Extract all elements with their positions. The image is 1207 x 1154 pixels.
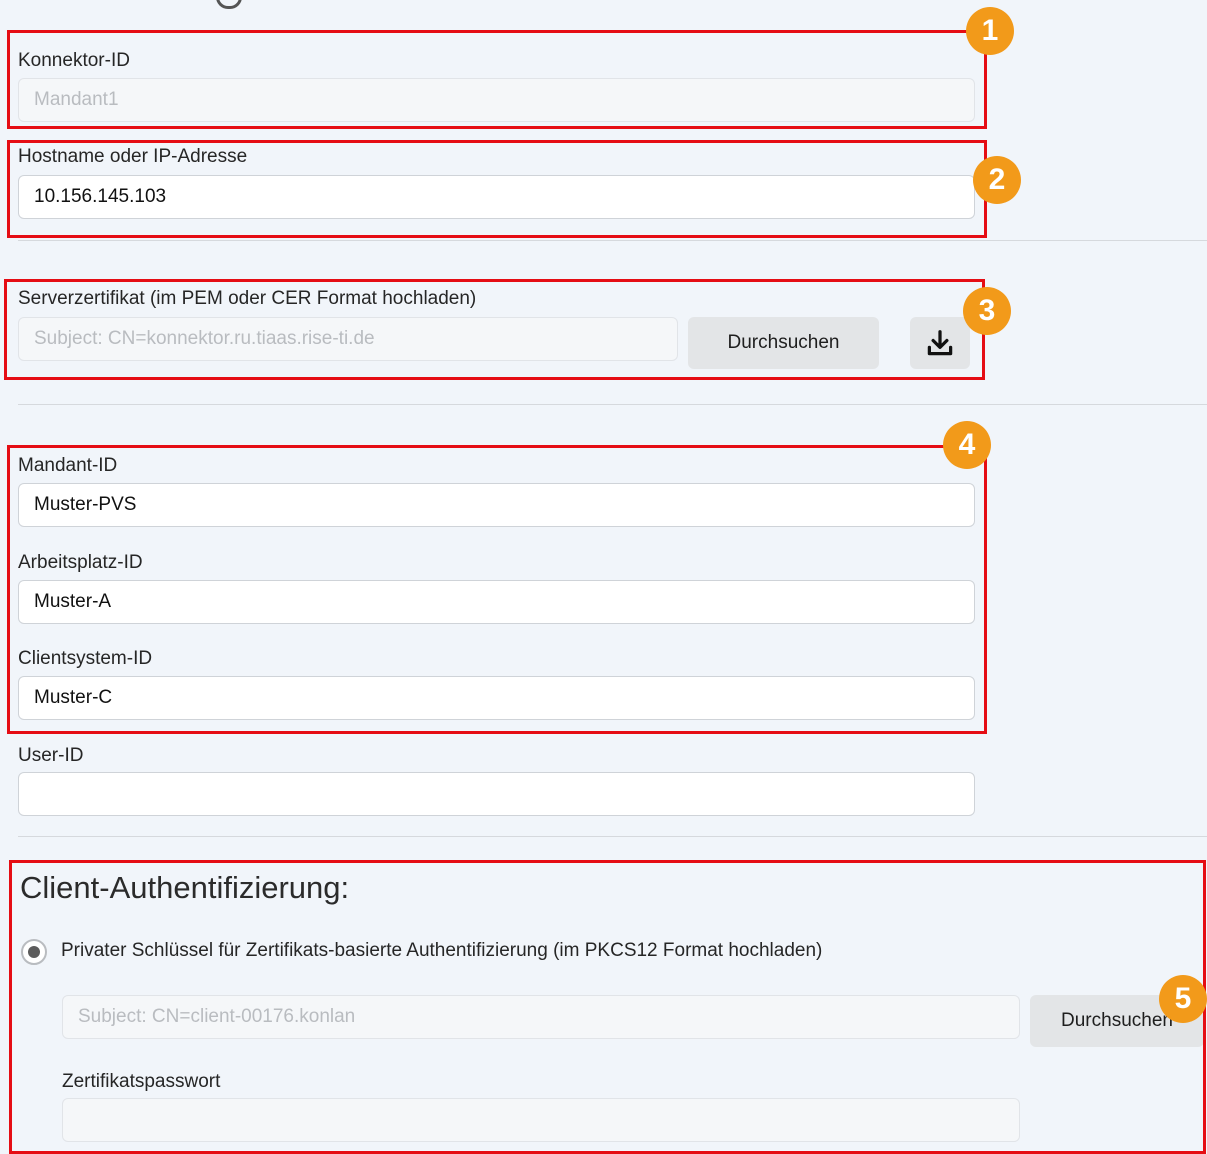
annotation-box-3 <box>4 279 985 380</box>
annotation-box-4 <box>7 445 987 734</box>
annotation-badge-5: 5 <box>1159 975 1207 1023</box>
divider <box>18 404 1207 405</box>
divider <box>18 836 1207 837</box>
annotation-badge-4: 4 <box>943 421 991 469</box>
cut-off-heading-fragment <box>216 0 242 9</box>
annotation-box-1 <box>7 30 987 129</box>
user-id-label: User-ID <box>18 745 84 766</box>
annotation-box-5 <box>9 860 1206 1154</box>
annotation-badge-3: 3 <box>963 287 1011 335</box>
divider <box>18 240 1207 241</box>
annotation-badge-1: 1 <box>966 7 1014 55</box>
annotation-box-2 <box>7 140 987 238</box>
annotation-badge-2: 2 <box>973 156 1021 204</box>
user-id-input[interactable] <box>18 772 975 816</box>
